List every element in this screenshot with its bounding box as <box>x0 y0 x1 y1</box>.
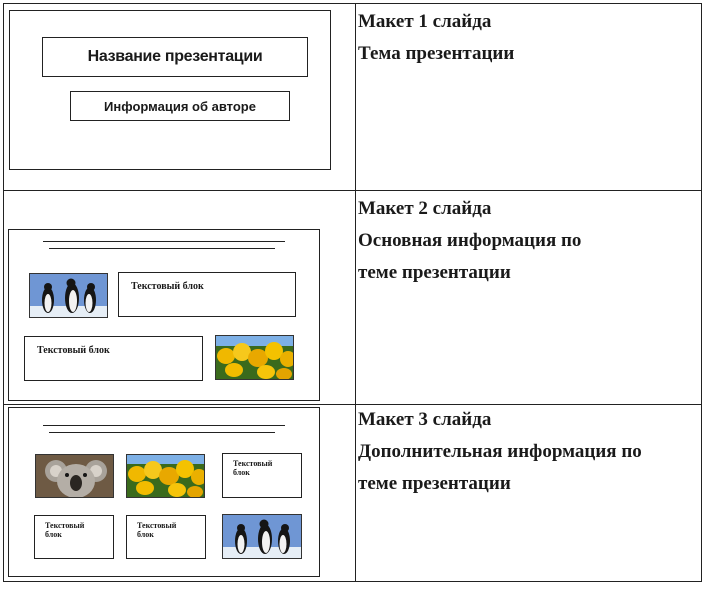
row-2-line-2: теме презентации <box>358 262 511 283</box>
slide-2-mockup: Текстовый блок Текстовый блок <box>8 229 320 401</box>
slide-3-text-box-3-line-2: блок <box>137 530 154 539</box>
slide-3-title-line-1 <box>43 425 285 426</box>
slide-3-text-box-1-line-1: Текстовый <box>233 459 273 468</box>
slide-3-text-box-2-line-2: блок <box>45 530 62 539</box>
row-2-description: Макет 2 слайда Основная информация по те… <box>358 193 581 289</box>
row-3-description: Макет 3 слайда Дополнительная информация… <box>358 404 642 500</box>
row-1-line-1: Тема презентации <box>358 43 515 64</box>
slide-3-text-box-2-line-1: Текстовый <box>45 521 85 530</box>
slide-2-title-line-1 <box>43 241 285 242</box>
row-3-line-1: Дополнительная информация по <box>358 441 642 462</box>
column-divider <box>355 3 356 582</box>
slide-3-text-box-1-line-2: блок <box>233 468 250 477</box>
row-3-line-2: теме презентации <box>358 473 511 494</box>
slide-1-mockup: Название презентации Информация об автор… <box>9 10 331 170</box>
slide-1-title-box: Название презентации <box>42 37 308 77</box>
slide-3-text-box-1: Текстовый блок <box>222 453 302 498</box>
slide-1-author-box: Информация об авторе <box>70 91 290 121</box>
slide-2-text-box-2: Текстовый блок <box>24 336 203 381</box>
row-2-heading: Макет 2 слайда <box>358 198 492 219</box>
slide-3-text-box-3-line-1: Текстовый <box>137 521 177 530</box>
row-1-heading: Макет 1 слайда <box>358 11 492 32</box>
slide-3-text-box-3: Текстовый блок <box>126 515 206 559</box>
slide-3-title-line-2 <box>49 432 275 433</box>
slide-2-title-line-2 <box>49 248 275 249</box>
row-divider-1 <box>3 190 702 191</box>
koala-image <box>35 454 114 498</box>
row-2-line-1: Основная информация по <box>358 230 582 251</box>
row-3-heading: Макет 3 слайда <box>358 409 492 430</box>
penguins-image <box>222 514 302 559</box>
slide-3-text-box-2: Текстовый блок <box>34 515 114 559</box>
slide-3-mockup: Текстовый блок Текстовый блок Текстовый … <box>8 407 320 577</box>
row-1-description: Макет 1 слайда Тема презентации <box>358 6 514 70</box>
penguins-image <box>29 273 108 318</box>
tulips-image <box>215 335 294 380</box>
slide-2-text-box-1: Текстовый блок <box>118 272 296 317</box>
tulips-image <box>126 454 205 498</box>
